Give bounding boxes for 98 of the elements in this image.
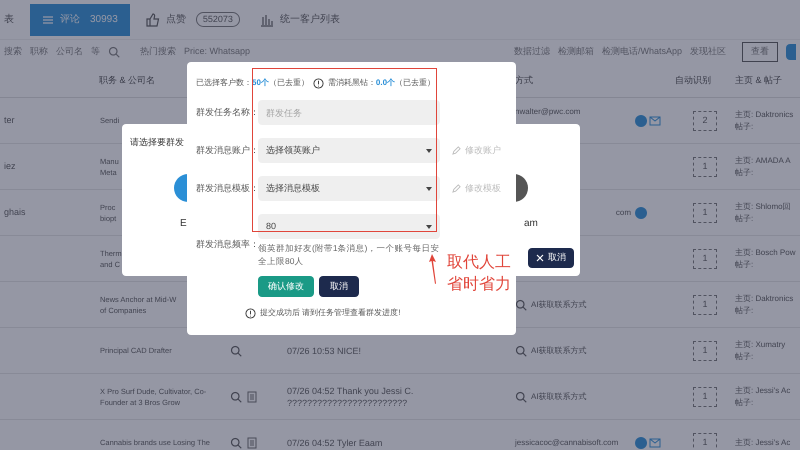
name-cell: iez [4,160,16,171]
message-cell: 07/26 04:52 Tyler Eaam [287,438,382,448]
contact-cell: jessicacoc@cannabisoft.com [515,436,618,448]
post-cell-text: 帖子: [735,350,754,362]
select-field[interactable]: 80 [258,214,440,239]
submit-note: 提交成功后 请到任务管理查看群发进度! [260,307,400,319]
task-name-input[interactable]: 群发任务 [258,100,440,125]
filter-label: 搜索 [4,45,22,58]
filter-option[interactable]: 检测电话/WhatsApp [602,45,682,59]
menu-icon [42,14,54,26]
column-header: 自动识别 [675,74,712,87]
dialog-title: 请选择要群发 [130,136,184,149]
post-cell-text: 帖子: [735,304,754,316]
post-cell-text: 帖子: [735,120,754,132]
dedup-note: （已去重） [395,77,436,89]
select-field[interactable]: 选择领英账户 [258,138,440,163]
field-label: 群发消息账户： [196,144,254,157]
cancel-button[interactable]: 取消 [319,276,359,297]
caret-icon [426,186,432,190]
annotation-text: 取代人工 省时省力 [447,253,511,295]
home-cell-text: 主页: Daktronics [735,292,794,304]
contact-cell: AI获取联系方式 [531,344,587,356]
column-header: 主页 & 帖子 [735,74,784,87]
count-cell: 1 [693,202,717,222]
post-cell-text: 帖子: [735,166,754,178]
select-field[interactable]: 选择消息模板 [258,176,440,201]
count-cell: 1 [693,432,717,450]
post-cell-text: 帖子: [735,212,754,224]
search-icon [230,390,242,402]
cost-label: 需消耗黑钻： [328,77,376,89]
contact-cell: com [616,206,631,218]
option-label: am [524,217,538,231]
annotation-arrow [428,253,438,285]
home-cell-text: 主页: Jessi's Ac [735,384,792,396]
post-cell-text: 帖子: [735,396,754,408]
search-icon [108,46,120,58]
option-label: E [180,217,187,231]
edit-link[interactable]: 修改账户 [452,144,501,158]
count-cell: 1 [693,386,717,406]
count-cell: 1 [693,340,717,360]
edit-link[interactable]: 修改模板 [452,182,501,196]
name-cell: ghais [4,206,26,217]
cost-value: 0.0个 [376,77,396,89]
column-header: 方式 [515,74,534,87]
hot-search-label: 热门搜索 [140,45,176,58]
top-tab[interactable]: 表 [0,4,18,36]
home-cell-text: 主页: Shlomo回 [735,200,792,212]
selected-count-label: 已选择客户数： [196,77,252,89]
count-cell: 2 [693,110,717,130]
top-tab[interactable]: 点赞 552073 [142,4,244,36]
filter-label: 等 [91,45,100,58]
contact-cell: nwalter@pwc.com [515,106,580,118]
post-cell-text: 帖子: [735,258,754,270]
caret-icon [426,224,432,228]
count-cell: 1 [693,156,717,176]
pencil-icon [452,184,461,193]
cancel-button[interactable]: 取消 [528,248,574,268]
filter-label: 公司名 [56,45,83,58]
name-cell: ter [4,114,15,125]
hot-search-value: Price: Whatsapp [184,45,250,58]
search-icon [515,344,527,356]
count-cell: 1 [693,248,717,268]
view-button[interactable]: 查看 [742,42,778,62]
filter-label: 职称 [30,45,48,58]
search-icon [230,436,242,448]
dedup-note: （已去重） [268,77,309,89]
message-cell: 07/26 04:52 Thank you Jessi C. ???????????????????????? [287,386,414,408]
top-tab[interactable]: 统一客户列表 [256,4,344,36]
home-cell-text: 主页: AMADA A [735,154,792,166]
search-icon [230,344,242,356]
frequency-hint: 领英群加好友(附带1条消息)，一个账号每日安全上限80人 [258,242,440,268]
top-tab[interactable]: 评论 30993 [30,4,130,36]
count-cell: 1 [693,294,717,314]
search-icon [515,298,527,310]
filter-option[interactable]: 发现社区 [690,45,726,59]
info-icon [245,308,256,318]
filter-option[interactable]: 检测邮箱 [558,45,594,59]
action-button[interactable] [786,44,796,60]
contact-cell: AI获取联系方式 [531,298,587,310]
search-icon [515,390,527,402]
info-icon [312,78,324,88]
chart-icon [260,12,274,26]
filter-option[interactable]: 数据过滤 [514,45,550,59]
pencil-icon [452,146,461,155]
field-label: 群发任务名称： [196,106,254,119]
field-label: 群发消息模板： [196,182,254,195]
home-cell-text: 主页: Jessi's Ac [735,436,792,448]
close-icon [536,254,544,262]
contact-cell: AI获取联系方式 [531,390,587,402]
home-cell-text: 主页: Daktronics [735,108,794,120]
home-cell-text: 主页: Xumatry [735,338,786,350]
column-header: 职务 & 公司名 [98,74,156,87]
home-cell-text: 主页: Bosch Pow [735,246,796,258]
thumbs-up-icon [146,12,160,26]
caret-icon [426,148,432,152]
field-label: 群发消息频率： [196,238,254,248]
confirm-button[interactable]: 确认修改 [258,276,314,297]
message-cell: 07/26 10:53 NICE! [287,346,362,356]
